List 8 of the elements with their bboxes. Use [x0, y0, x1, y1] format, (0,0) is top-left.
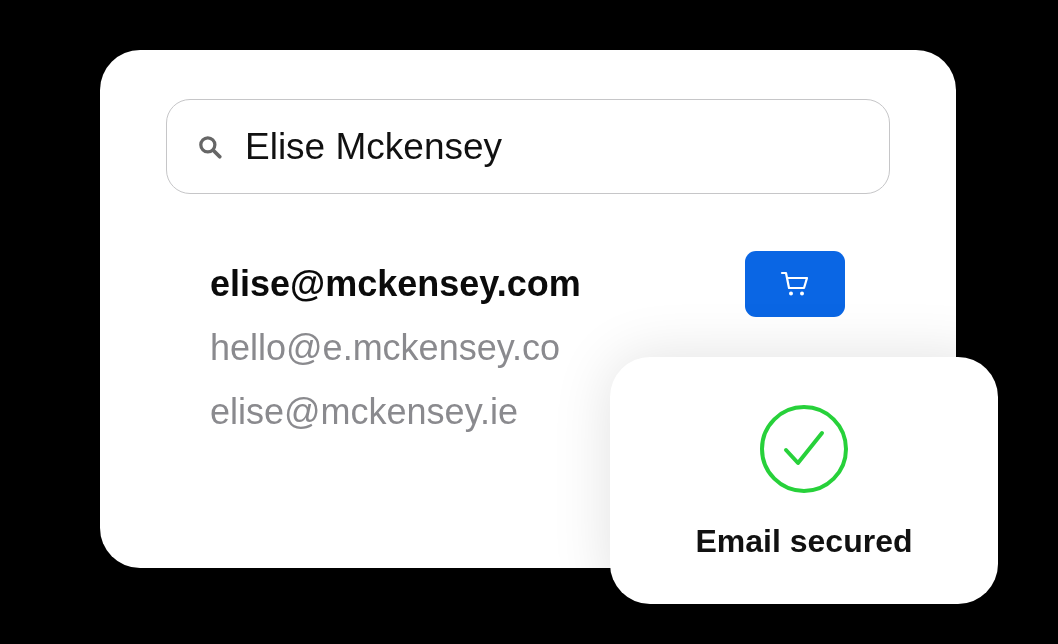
toast-title: Email secured	[695, 523, 913, 560]
check-circle-icon	[758, 403, 850, 495]
cart-button[interactable]	[745, 250, 845, 317]
email-address[interactable]: elise@mckensey.com	[210, 262, 581, 305]
search-value: Elise Mckensey	[245, 125, 503, 168]
search-icon	[197, 133, 223, 160]
cart-icon	[780, 269, 810, 298]
search-field[interactable]: Elise Mckensey	[166, 99, 890, 194]
